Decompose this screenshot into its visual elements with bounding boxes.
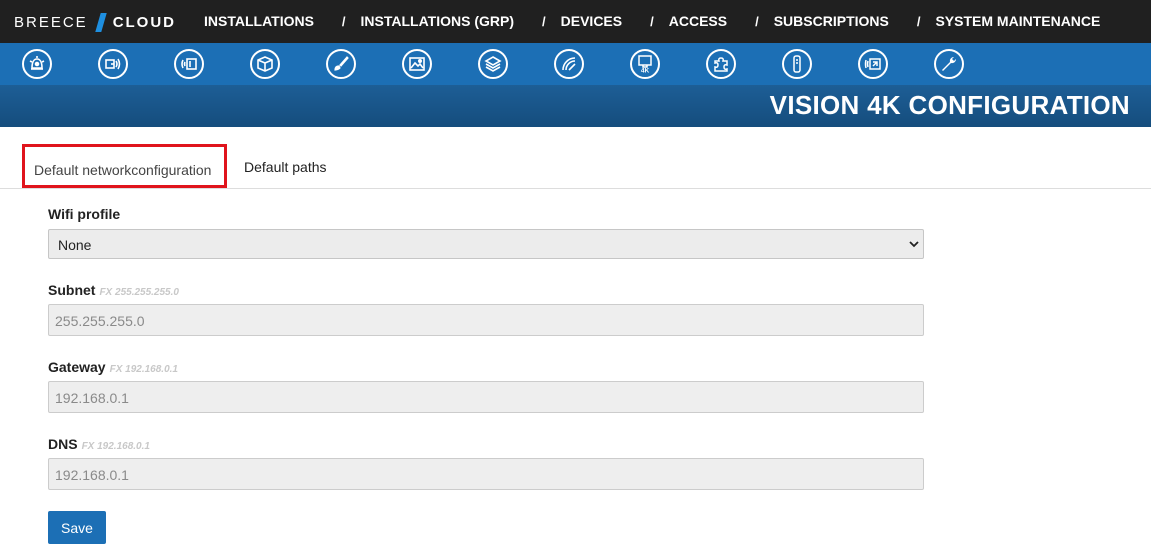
wifi-profile-select[interactable]: None: [48, 229, 924, 259]
gateway-label-text: Gateway: [48, 359, 106, 375]
dns-label-text: DNS: [48, 436, 78, 452]
brand-slash: [94, 13, 107, 32]
page-title-bar: VISION 4K CONFIGURATION: [0, 85, 1151, 127]
remote-control-icon[interactable]: [782, 49, 812, 79]
config-tabs: Default networkconfiguration Default pat…: [0, 127, 1151, 189]
module-icon-bar: 4K: [0, 43, 1151, 85]
subnet-label-text: Subnet: [48, 282, 96, 298]
display-input-icon[interactable]: [858, 49, 888, 79]
wifi-profile-value: None: [58, 237, 92, 253]
nav-subscriptions[interactable]: SUBSCRIPTIONS: [774, 13, 889, 29]
nav-separator: /: [755, 13, 759, 29]
gateway-label: Gateway FX 192.168.0.1: [48, 359, 178, 375]
wifi-profile-label: Wifi profile: [48, 206, 120, 222]
subnet-label: Subnet FX 255.255.255.0: [48, 282, 179, 298]
top-navigation-bar: BREECE CLOUD INSTALLATIONS / INSTALLATIO…: [0, 0, 1151, 43]
wifi-profile-label-text: Wifi profile: [48, 206, 121, 222]
brand-logo[interactable]: BREECE CLOUD: [14, 13, 176, 32]
package-icon[interactable]: [250, 49, 280, 79]
main-menu: INSTALLATIONS / INSTALLATIONS (GRP) / DE…: [204, 13, 1100, 29]
paint-brush-icon[interactable]: [326, 49, 356, 79]
tab-default-paths[interactable]: Default paths: [244, 159, 327, 175]
brand-name-part1: BREECE: [14, 14, 88, 31]
nav-installations-grp[interactable]: INSTALLATIONS (GRP): [361, 13, 514, 29]
gateway-input[interactable]: 192.168.0.1: [48, 381, 924, 413]
nav-devices[interactable]: DEVICES: [561, 13, 622, 29]
vision-4k-icon[interactable]: 4K: [630, 49, 660, 79]
page-title: VISION 4K CONFIGURATION: [769, 90, 1130, 120]
save-button[interactable]: Save: [48, 511, 106, 544]
nav-separator: /: [341, 13, 346, 29]
nav-separator: /: [542, 13, 546, 29]
signal-gauge-icon[interactable]: [554, 49, 584, 79]
puzzle-icon[interactable]: [706, 49, 736, 79]
dns-hint: FX 192.168.0.1: [81, 441, 150, 452]
dns-input[interactable]: 192.168.0.1: [48, 458, 924, 490]
brand-name-part2: CLOUD: [112, 14, 177, 31]
nav-installations[interactable]: INSTALLATIONS: [204, 13, 314, 29]
alarm-bell-icon[interactable]: [22, 49, 52, 79]
tab-default-network-configuration[interactable]: Default networkconfiguration: [22, 144, 227, 188]
sensor-icon[interactable]: [98, 49, 128, 79]
nav-system-maintenance[interactable]: SYSTEM MAINTENANCE: [935, 13, 1100, 29]
subnet-hint: FX 255.255.255.0: [99, 287, 179, 298]
nav-access[interactable]: ACCESS: [669, 13, 727, 29]
svg-text:4K: 4K: [641, 68, 650, 74]
wrench-icon[interactable]: [934, 49, 964, 79]
subnet-input[interactable]: 255.255.255.0: [48, 304, 924, 336]
nav-separator: /: [916, 13, 921, 29]
gateway-hint: FX 192.168.0.1: [109, 364, 178, 375]
transmitter-icon[interactable]: [174, 49, 204, 79]
chevron-down-icon: [909, 241, 919, 248]
nav-separator: /: [650, 13, 654, 29]
dns-label: DNS FX 192.168.0.1: [48, 436, 150, 452]
image-icon[interactable]: [402, 49, 432, 79]
layers-icon[interactable]: [478, 49, 508, 79]
